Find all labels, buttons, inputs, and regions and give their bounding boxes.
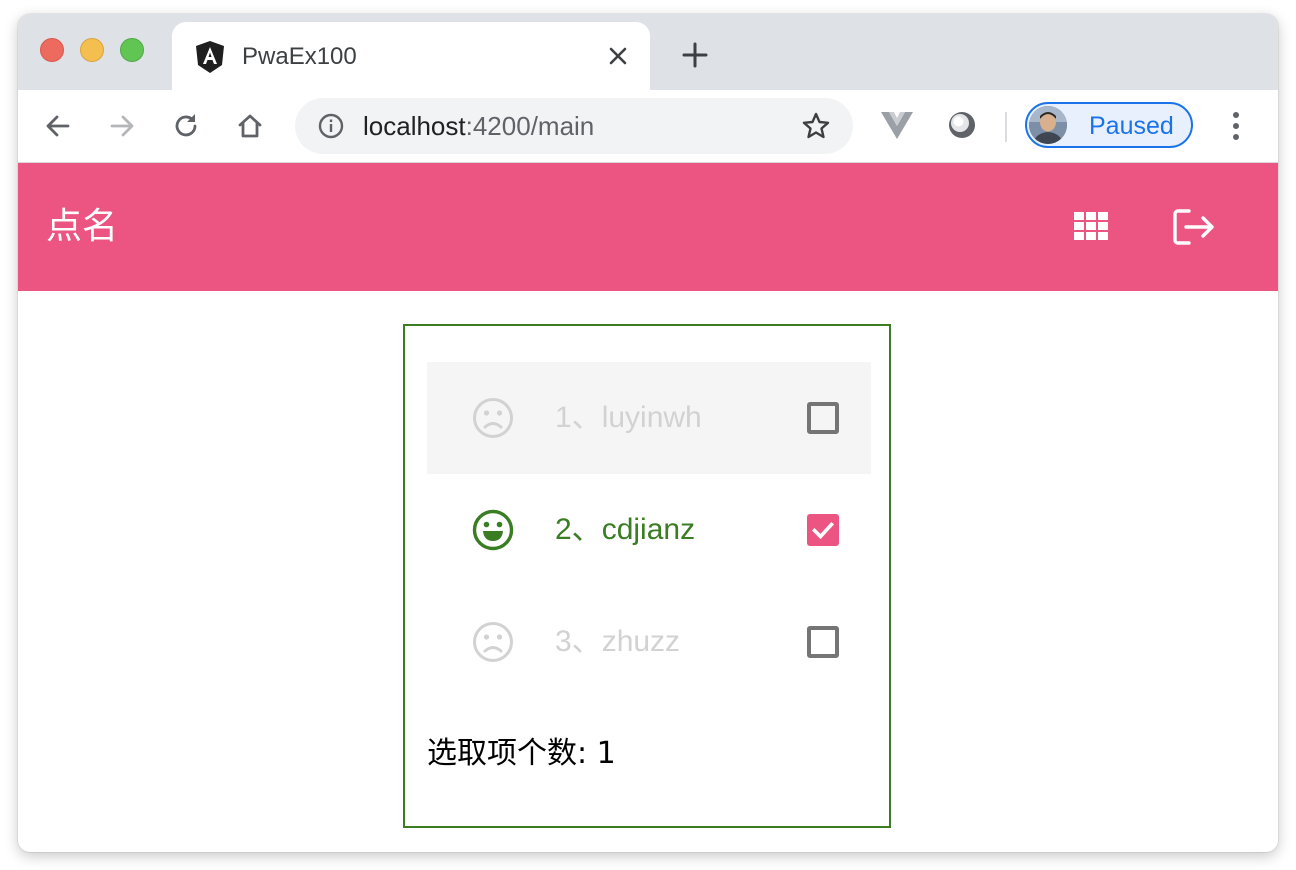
profile-button[interactable]: Paused [1025,102,1193,148]
extension-icon[interactable] [946,109,978,141]
selected-count: 选取项个数: 1 [427,736,616,771]
browser-tab[interactable]: PwaEx100 [172,22,650,90]
avatar [1029,106,1067,144]
vue-devtools-icon[interactable] [880,110,914,140]
angular-icon [196,41,224,73]
sad-face-icon [473,622,513,662]
profile-label: Paused [1089,112,1174,140]
browser-window: PwaEx100 localhost:4200/main Paused 点名 1… [18,14,1278,852]
address-bar[interactable]: localhost:4200/main [295,98,853,154]
check-icon [811,521,835,540]
info-icon[interactable] [317,112,345,140]
url-text[interactable]: localhost:4200/main [363,111,594,141]
page-title: 点名 [46,206,119,247]
home-icon[interactable] [234,110,266,142]
roster-card: 1、luyinwh 2、cdjianz 3、zhuzz 选取项个数: 1 [403,324,891,828]
list-item-label: 3、zhuzz [555,625,681,658]
forward-icon[interactable] [106,110,138,142]
list-item-label: 1、luyinwh [555,401,702,434]
list-item[interactable]: 1、luyinwh [427,362,871,474]
checkbox[interactable] [807,402,839,434]
close-window-button[interactable] [40,38,64,62]
apps-grid-icon[interactable] [1074,211,1110,243]
star-icon[interactable] [801,111,831,141]
back-icon[interactable] [42,110,74,142]
more-vertical-icon[interactable] [1222,108,1250,144]
browser-toolbar: localhost:4200/main Paused [18,90,1278,163]
checkbox[interactable] [807,626,839,658]
list-item[interactable]: 3、zhuzz [427,586,871,698]
tab-title: PwaEx100 [242,43,357,70]
app-bar: 点名 [18,163,1278,291]
zoom-window-button[interactable] [120,38,144,62]
list-item[interactable]: 2、cdjianz [427,474,871,586]
minimize-window-button[interactable] [80,38,104,62]
happy-face-icon [472,509,514,551]
list-item-label: 2、cdjianz [555,513,696,546]
logout-icon[interactable] [1172,207,1216,247]
close-tab-icon[interactable] [604,42,632,70]
checkbox-checked[interactable] [807,514,839,546]
toolbar-separator [1005,112,1007,142]
new-tab-icon[interactable] [680,40,710,70]
sad-face-icon [473,398,513,438]
reload-icon[interactable] [170,110,202,142]
tab-strip: PwaEx100 [18,14,1278,90]
